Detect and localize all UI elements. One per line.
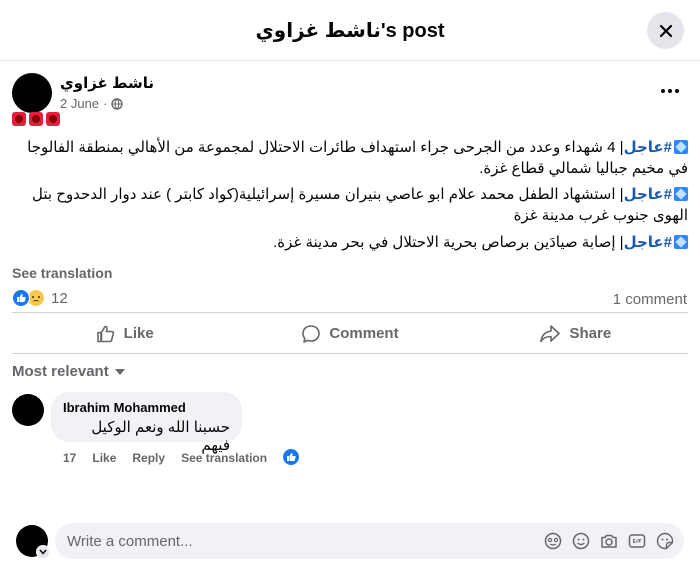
profile-switcher-badge[interactable]	[36, 545, 50, 559]
comment-button[interactable]: Comment	[237, 313, 462, 350]
paragraph-text: إصابة صيادَين برصاص بحرية الاحتلال في بح…	[273, 234, 620, 251]
comment-sort-label: Most relevant	[12, 363, 109, 380]
see-translation-link[interactable]: See translation	[12, 265, 112, 281]
share-arrow-icon	[540, 324, 561, 342]
author-name[interactable]: ناشط غزاوي	[60, 74, 154, 92]
camera-icon	[601, 534, 617, 548]
composer-tools	[544, 532, 684, 550]
like-label: Like	[123, 325, 154, 342]
comment-like-button[interactable]: Like	[92, 451, 116, 465]
comment-label: Comment	[329, 325, 399, 342]
chevron-down-icon	[39, 549, 47, 555]
post-meta: 2 June ·	[60, 96, 124, 111]
share-button[interactable]: Share	[463, 313, 688, 350]
comment-like-reaction-badge[interactable]	[282, 448, 300, 466]
commenter-name[interactable]: Ibrahim Mohammed	[63, 400, 230, 415]
post-paragraph-3: #عاجل| إصابة صيادَين برصاص بحرية الاحتلا…	[12, 232, 688, 253]
paragraph-text: 4 شهداء وعدد من الجرحى جراء استهداف طائر…	[27, 139, 688, 177]
red-emoji-icon	[29, 112, 43, 126]
share-label: Share	[569, 325, 612, 342]
comment-bubble-icon	[302, 324, 321, 343]
gif-button[interactable]	[628, 532, 646, 550]
comment-input[interactable]	[67, 532, 544, 550]
sticker-button[interactable]	[656, 532, 674, 550]
like-reaction-icon	[12, 289, 30, 307]
comment-reply-button[interactable]: Reply	[132, 451, 165, 465]
gif-icon	[628, 534, 646, 548]
hashtag-link[interactable]: #عاجل	[624, 234, 672, 251]
post-options-button[interactable]	[655, 78, 685, 104]
like-button[interactable]: Like	[12, 313, 237, 350]
globe-icon	[111, 97, 124, 110]
comment-bubble: Ibrahim Mohammed حسبنا الله ونعم الوكيل …	[51, 392, 242, 454]
red-emoji-icon	[12, 112, 26, 126]
comment-see-translation-link[interactable]: See translation	[181, 451, 267, 465]
more-dot-icon	[661, 89, 665, 93]
dialog-title: ناشط غزاوي's post	[255, 20, 445, 42]
post-paragraph-1: #عاجل| 4 شهداء وعدد من الجرحى جراء استهد…	[12, 137, 688, 179]
sticker-icon	[656, 532, 674, 550]
post-date[interactable]: 2 June	[60, 96, 99, 111]
emoji-button[interactable]	[572, 532, 590, 550]
close-button[interactable]	[647, 12, 684, 49]
more-dot-icon	[668, 89, 672, 93]
smiley-icon	[572, 532, 590, 550]
thumbs-up-icon	[96, 325, 114, 342]
comment-age[interactable]: 17	[63, 451, 76, 465]
more-dot-icon	[675, 89, 679, 93]
blue-diamond-icon	[674, 140, 688, 154]
comment-actions: 17 Like Reply See translation	[63, 451, 267, 465]
paragraph-text: استشهاد الطفل محمد علام ابو عاصي بنيران …	[32, 186, 688, 224]
emoji-row	[12, 112, 60, 126]
comment-sort-dropdown[interactable]: Most relevant	[12, 363, 125, 380]
avatar-sticker-button[interactable]	[544, 532, 562, 550]
post-dialog-header: ناشط غزاوي's post	[0, 0, 700, 61]
hashtag-link[interactable]: #عاجل	[624, 186, 672, 203]
comment-text: حسبنا الله ونعم الوكيل فيهم	[91, 419, 230, 454]
reactions-summary[interactable]: 12	[12, 289, 68, 307]
hashtag-link[interactable]: #عاجل	[624, 139, 672, 156]
post-action-bar: Like Comment Share	[12, 312, 688, 350]
photo-button[interactable]	[600, 532, 618, 550]
blue-diamond-icon	[674, 187, 688, 201]
comment-composer	[55, 523, 684, 559]
meta-separator: ·	[103, 96, 108, 111]
blue-diamond-icon	[674, 235, 688, 249]
caret-down-icon	[114, 368, 125, 375]
comment-count-link[interactable]: 1 comment	[613, 291, 687, 308]
post-paragraph-2: #عاجل| استشهاد الطفل محمد علام ابو عاصي …	[12, 184, 688, 226]
red-emoji-icon	[46, 112, 60, 126]
like-reaction-icon	[287, 453, 296, 461]
divider	[12, 353, 688, 354]
reaction-count: 12	[51, 289, 68, 307]
avatar-sticker-icon	[544, 532, 562, 550]
commenter-avatar[interactable]	[12, 394, 44, 426]
close-icon	[659, 24, 672, 37]
author-avatar[interactable]	[12, 73, 52, 113]
